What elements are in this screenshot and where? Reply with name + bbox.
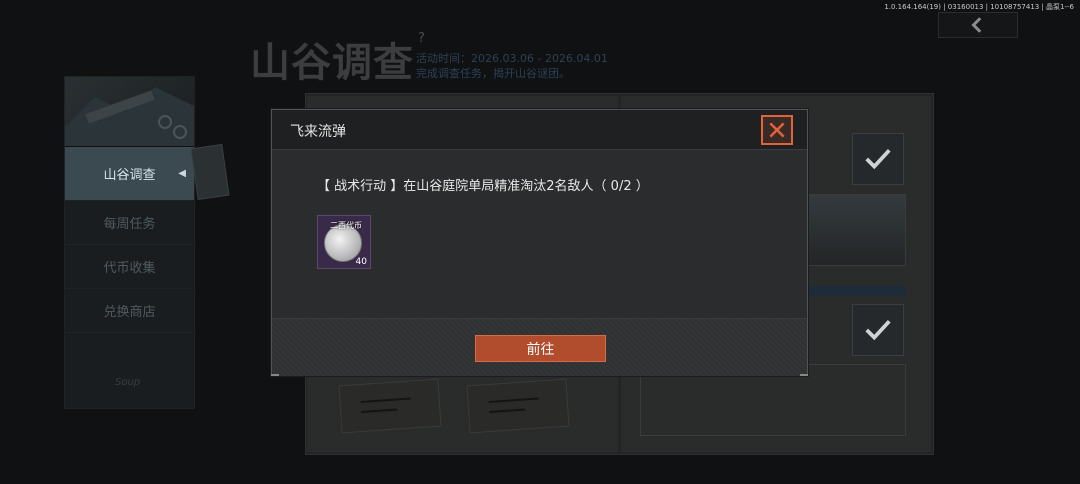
sidebar: 山谷调查 ◀ 每周任务 代币收集 兑换商店 Soup [64, 76, 195, 409]
sidebar-item-label: 山谷调查 [103, 168, 156, 183]
reward-quantity: 40 [355, 257, 367, 267]
go-button[interactable]: 前往 [475, 335, 606, 362]
caret-left-icon: ◀ [178, 168, 186, 179]
clue-photo[interactable] [808, 194, 906, 266]
clue-document[interactable] [338, 378, 442, 434]
mission-text: 【 战术行动 】在山谷庭院单局精准淘汰2名敌人（ 0/2 ） [317, 179, 649, 194]
sidebar-item-label: 代币收集 [103, 261, 156, 276]
sidebar-item-token-collection[interactable]: 代币收集 [65, 245, 194, 289]
help-icon[interactable]: ? [418, 31, 425, 46]
close-icon [769, 122, 785, 138]
sidebar-item-valley-investigation[interactable]: 山谷调查 ◀ [65, 147, 194, 201]
check-icon [865, 319, 891, 341]
sidebar-item-exchange-shop[interactable]: 兑换商店 [65, 289, 194, 333]
corner-mark [271, 374, 279, 376]
version-text: 1.0.164.164(19) | 03160013 | 10108757413… [884, 3, 1074, 11]
back-button[interactable] [938, 12, 1018, 38]
sidebar-item-label: 每周任务 [103, 217, 156, 232]
dialog-footer: 前往 [272, 318, 807, 376]
dialog-header: 飞来流弹 [272, 110, 807, 150]
chevron-left-icon [971, 17, 982, 33]
reward-item[interactable]: 二西代币 40 [317, 215, 371, 269]
mission-dialog: 飞来流弹 【 战术行动 】在山谷庭院单局精准淘汰2名敌人（ 0/2 ） 二西代币… [271, 109, 808, 376]
clue-document[interactable] [466, 378, 570, 434]
check-icon [865, 148, 891, 170]
dialog-title: 飞来流弹 [290, 124, 346, 140]
task-card-completed[interactable] [852, 304, 904, 356]
sidebar-item-label: 兑换商店 [103, 305, 156, 320]
event-time: 活动时间：2026.03.06 - 2026.04.01 [416, 52, 608, 65]
reward-name: 二西代币 [330, 221, 362, 230]
corner-mark [800, 374, 808, 376]
sidebar-logo: Soup [115, 377, 141, 388]
dialog-body: 【 战术行动 】在山谷庭院单局精准淘汰2名敌人（ 0/2 ） 二西代币 40 [272, 151, 807, 318]
event-title: 山谷调查 [250, 40, 414, 86]
task-card-completed[interactable] [852, 133, 904, 185]
sidebar-item-weekly-tasks[interactable]: 每周任务 [65, 201, 194, 245]
event-description: 完成调查任务，揭开山谷谜团。 [416, 67, 570, 80]
sidebar-banner [65, 77, 194, 147]
clue-strip [808, 286, 906, 296]
close-button[interactable] [761, 115, 793, 145]
